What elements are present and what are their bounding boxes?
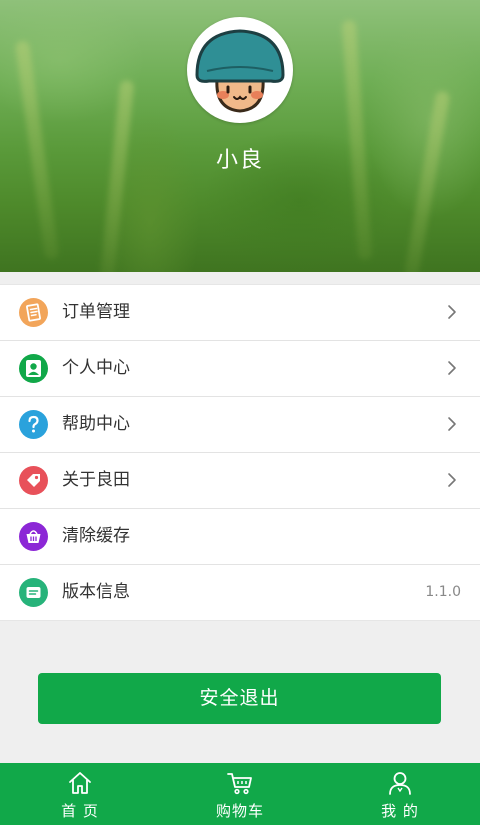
menu-item-personal-center[interactable]: 个人中心 [0, 341, 480, 397]
tag-icon [19, 466, 48, 495]
background-decoration [341, 19, 373, 261]
menu-label: 版本信息 [62, 582, 130, 602]
version-number: 1.1.0 [425, 584, 461, 600]
tab-label: 我 的 [381, 802, 419, 820]
menu-item-about[interactable]: 关于良田 [0, 453, 480, 509]
cart-icon [227, 773, 252, 795]
tab-home[interactable]: 首 页 [30, 763, 130, 825]
bottom-tab-bar: 首 页 购物车 我 的 [0, 763, 480, 825]
username: 小良 [215, 148, 264, 173]
menu-label: 个人中心 [62, 358, 130, 378]
tab-mine[interactable]: 我 的 [350, 763, 450, 825]
chevron-right-icon [448, 473, 456, 487]
settings-menu: 订单管理 个人中心 帮助中心 关于良田 清除缓存 版本信息 1.1.0 [0, 284, 480, 621]
menu-item-orders[interactable]: 订单管理 [0, 285, 480, 341]
logout-button[interactable]: 安全退出 [38, 673, 441, 724]
background-decoration [99, 79, 135, 272]
mushroom-avatar-icon [195, 29, 285, 113]
menu-item-clear-cache[interactable]: 清除缓存 [0, 509, 480, 565]
menu-label: 帮助中心 [62, 414, 130, 434]
person-icon [19, 354, 48, 383]
home-icon [69, 772, 91, 794]
info-card-icon [19, 578, 48, 607]
tab-cart[interactable]: 购物车 [190, 763, 290, 825]
menu-label: 关于良田 [62, 470, 130, 490]
menu-label: 清除缓存 [62, 526, 130, 546]
user-icon [389, 772, 411, 795]
question-icon [19, 410, 48, 439]
chevron-right-icon [448, 305, 456, 319]
background-decoration [403, 90, 451, 272]
profile-header: 小良 [0, 0, 480, 272]
avatar[interactable] [187, 17, 293, 123]
menu-label: 订单管理 [62, 302, 130, 322]
chevron-right-icon [448, 361, 456, 375]
order-list-icon [19, 298, 48, 327]
tab-label: 购物车 [215, 802, 264, 820]
basket-icon [19, 522, 48, 551]
chevron-right-icon [448, 417, 456, 431]
menu-item-help-center[interactable]: 帮助中心 [0, 397, 480, 453]
tab-label: 首 页 [61, 802, 99, 820]
menu-item-version-info[interactable]: 版本信息 1.1.0 [0, 565, 480, 620]
